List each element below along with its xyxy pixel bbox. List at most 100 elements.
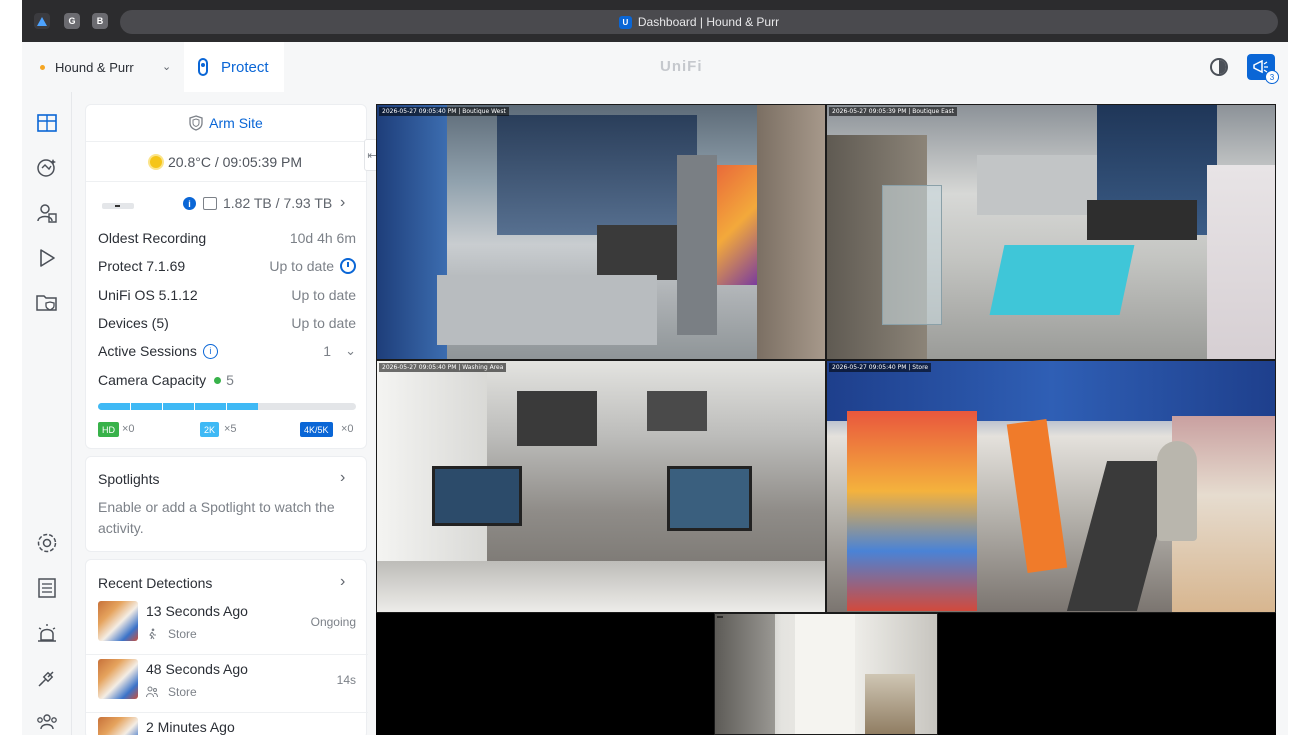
arm-site-button[interactable]: Arm Site: [86, 105, 366, 142]
camera-tile-boutique-east[interactable]: 2026-05-27 09:05:39 PM | Boutique East: [826, 104, 1276, 360]
camera-tile-boutique-west[interactable]: 2026-05-27 09:05:40 PM | Boutique West: [376, 104, 826, 360]
grooming-table-paw: [667, 466, 752, 531]
camera-capacity-value: 5: [226, 372, 234, 388]
arm-site-label: Arm Site: [209, 115, 263, 131]
spotlights-card[interactable]: Spotlights › Enable or add a Spotlight t…: [85, 456, 367, 552]
alerts-icon[interactable]: [36, 622, 58, 644]
divider: [86, 654, 368, 655]
detection-time: 13 Seconds Ago: [146, 603, 248, 619]
notifications-button[interactable]: 3: [1247, 54, 1279, 84]
camera-tile-washing-area[interactable]: 2026-05-27 09:05:40 PM | Washing Area: [376, 360, 826, 613]
users-icon[interactable]: [36, 710, 58, 732]
dashboard-icon[interactable]: [36, 112, 58, 134]
grooming-table: [1087, 200, 1197, 240]
protect-camera-icon: [198, 58, 208, 76]
site-name: Hound & Purr: [55, 59, 134, 75]
camera-capacity-row: Camera Capacity 5: [98, 366, 356, 394]
history-icon[interactable]: [340, 258, 356, 274]
pillar: [677, 155, 717, 335]
disk-icon: [203, 197, 217, 210]
tab-favicon-g[interactable]: G: [64, 13, 80, 29]
play-icon[interactable]: [36, 247, 58, 269]
tab-favicon-b[interactable]: B: [92, 13, 108, 29]
notification-count-badge: 3: [1265, 70, 1279, 84]
protect-version-label: Protect 7.1.69: [98, 258, 186, 274]
grooming-table-cyan: [989, 245, 1135, 315]
alarm-manager-icon[interactable]: [36, 202, 58, 224]
chevron-right-icon[interactable]: ›: [340, 573, 345, 591]
app-frame: G B U Dashboard | Hound & Purr Hound & P…: [22, 0, 1288, 735]
active-sessions-label: Active Sessions: [98, 343, 197, 359]
settings-icon[interactable]: [36, 532, 58, 554]
protect-app-tab[interactable]: Protect: [184, 42, 284, 92]
detection-item[interactable]: 13 Seconds Ago Store Ongoing: [98, 601, 356, 651]
product-display: [717, 165, 757, 285]
camera-capacity-label: Camera Capacity: [98, 372, 207, 388]
unifi-favicon-icon: U: [618, 15, 632, 29]
detection-thumbnail: [98, 717, 138, 735]
app-header: Hound & Purr ⌄ Protect UniFi 3: [22, 42, 1288, 92]
detection-location: Store: [168, 627, 197, 641]
chevron-right-icon[interactable]: ›: [340, 194, 345, 212]
weather-time-text: 20.8°C / 09:05:39 PM: [167, 153, 302, 170]
4k-badge: 4K/5K: [300, 422, 333, 437]
oldest-recording-value: 10d 4h 6m: [289, 230, 356, 246]
counter: [437, 275, 657, 345]
chevron-right-icon[interactable]: ›: [340, 469, 345, 487]
address-bar[interactable]: U Dashboard | Hound & Purr: [120, 10, 1278, 34]
person-walking-icon: [149, 628, 156, 640]
files-shield-icon[interactable]: [36, 292, 58, 314]
unifi-os-status: Up to date: [291, 287, 356, 303]
hd-badge: HD: [98, 422, 119, 437]
camera-label: [717, 616, 723, 618]
resolution-breakdown: HD ×0 2K ×5 4K/5K ×0: [98, 422, 356, 438]
shelving: [1207, 165, 1275, 359]
detection-item[interactable]: 2 Minutes Ago: [98, 717, 356, 735]
oldest-recording-row: Oldest Recording 10d 4h 6m: [98, 224, 356, 252]
oldest-recording-label: Oldest Recording: [98, 230, 207, 246]
unifi-os-row: UniFi OS 5.1.12 Up to date: [98, 281, 356, 309]
grooming-table-blue: [432, 466, 522, 526]
detection-time: 2 Minutes Ago: [146, 719, 235, 735]
sun-icon: [149, 155, 162, 168]
active-sessions-count: 1: [323, 343, 332, 359]
camera-label: 2026-05-27 09:05:39 PM | Boutique East: [829, 107, 958, 116]
detection-location: Store: [168, 685, 197, 699]
divider: [86, 712, 368, 713]
orange-display: [1006, 418, 1068, 574]
browser-toolbar: G B U Dashboard | Hound & Purr: [22, 0, 1288, 42]
detection-thumbnail: [98, 659, 138, 699]
info-circle-icon[interactable]: i: [202, 343, 218, 359]
floor-edge: [377, 561, 825, 612]
2k-badge: 2K: [200, 422, 220, 437]
camera-label: 2026-05-27 09:05:40 PM | Store: [829, 363, 932, 372]
detection-time: 48 Seconds Ago: [146, 661, 248, 677]
detection-duration: Ongoing: [310, 615, 356, 629]
active-sessions-row[interactable]: Active Sessions i 1 ⌄: [98, 337, 356, 365]
site-selector[interactable]: Hound & Purr: [40, 42, 134, 92]
camera-tile-hallway[interactable]: [714, 613, 938, 735]
protect-tab-label: Protect: [221, 58, 269, 76]
bath-tub: [517, 391, 597, 446]
integrations-icon[interactable]: [36, 667, 58, 689]
camera-tile-store[interactable]: 2026-05-27 09:05:40 PM | Store: [826, 360, 1276, 613]
chevron-down-icon[interactable]: ⌄: [345, 343, 356, 359]
shield-icon: [189, 115, 203, 131]
theme-toggle-icon[interactable]: [1210, 58, 1228, 76]
unifi-os-label: UniFi OS 5.1.12: [98, 287, 198, 303]
site-status-dot: [40, 64, 45, 70]
detection-item[interactable]: 48 Seconds Ago Store 14s: [98, 659, 356, 709]
reports-icon[interactable]: [36, 577, 58, 599]
chevron-down-icon[interactable]: ⌄: [162, 60, 171, 73]
nvr-device-icon: [102, 203, 134, 209]
weather-time-row: 20.8°C / 09:05:39 PM: [86, 142, 366, 182]
capacity-status-dot: [214, 376, 222, 384]
people-icon: [146, 686, 158, 698]
storage-row[interactable]: i 1.82 TB / 7.93 TB ›: [86, 183, 366, 225]
info-icon[interactable]: i: [183, 197, 196, 210]
unifi-tab-icon[interactable]: [34, 13, 50, 29]
ai-detections-icon[interactable]: [36, 157, 58, 179]
recent-detections-card: Recent Detections › 13 Seconds Ago Store…: [85, 559, 368, 735]
hallway-wall: [715, 614, 775, 734]
storage-usage: 1.82 TB / 7.93 TB: [223, 195, 333, 211]
